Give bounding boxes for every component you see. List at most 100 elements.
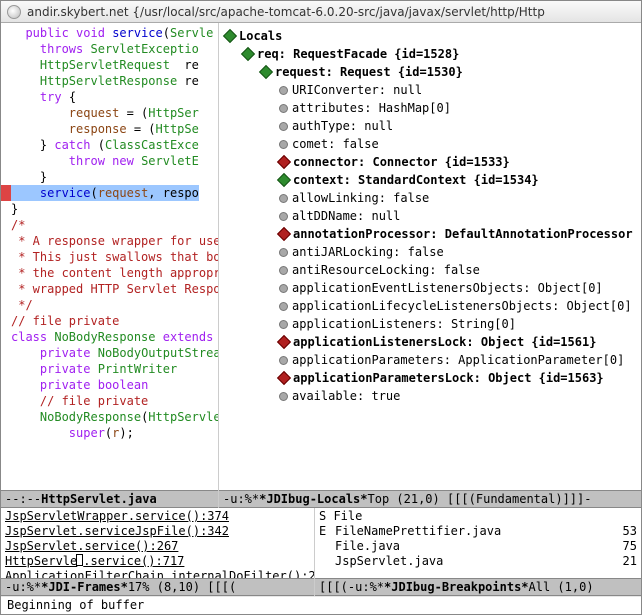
- window-system-icon: [7, 5, 21, 19]
- diamond-icon: [277, 173, 291, 187]
- circle-icon: [279, 302, 288, 311]
- tree-node-label: comet: false: [292, 135, 379, 153]
- tree-node-label: connector: Connector {id=1533}: [293, 153, 510, 171]
- code-line[interactable]: }: [11, 169, 214, 185]
- file-line-num: 53: [609, 524, 637, 539]
- source-pane[interactable]: public void service(Servle throws Servle…: [1, 23, 219, 508]
- modeline-prefix: --:--: [5, 492, 41, 506]
- code-line[interactable]: response = (HttpSe: [11, 121, 214, 137]
- tree-node[interactable]: req: RequestFacade {id=1528}: [225, 45, 635, 63]
- tree-node[interactable]: available: true: [225, 387, 635, 405]
- code-line[interactable]: request = (HttpSer: [11, 105, 214, 121]
- code-line[interactable]: HttpServletRequest re: [11, 57, 214, 73]
- circle-icon: [279, 356, 288, 365]
- tree-node[interactable]: applicationParametersLock: Object {id=15…: [225, 369, 635, 387]
- code-line[interactable]: class NoBodyResponse extends H: [11, 329, 214, 345]
- file-line-num: 75: [609, 539, 637, 554]
- tree-node[interactable]: authType: null: [225, 117, 635, 135]
- modeline-buffer-name: *JDI-Frames*: [41, 580, 128, 594]
- tree-node[interactable]: annotationProcessor: DefaultAnnotationPr…: [225, 225, 635, 243]
- files-pane[interactable]: S File EFileNamePrettifier.java53 File.j…: [315, 508, 641, 596]
- frame-row[interactable]: JspServletWrapper.service():374: [5, 509, 310, 524]
- tree-node[interactable]: applicationLifecycleListenersObjects: Ob…: [225, 297, 635, 315]
- bottom-split: JspServletWrapper.service():374JspServle…: [1, 508, 641, 596]
- diamond-icon: [223, 29, 237, 43]
- tree-node[interactable]: applicationListeners: String[0]: [225, 315, 635, 333]
- frame-row[interactable]: ApplicationFilterChain.internalDoFilter(…: [5, 569, 310, 578]
- circle-icon: [279, 86, 288, 95]
- modeline-buffer-name: *JDIbug-Breakpoints*: [384, 580, 529, 594]
- code-line[interactable]: * wrapped HTTP Servlet Respon: [11, 281, 214, 297]
- locals-tree[interactable]: Locals req: RequestFacade {id=1528}reque…: [219, 23, 641, 490]
- tree-node[interactable]: applicationListenersLock: Object {id=156…: [225, 333, 635, 351]
- code-line[interactable]: */: [11, 297, 214, 313]
- source-code-area[interactable]: public void service(Servle throws Servle…: [1, 23, 218, 490]
- modeline-tail: Top (21,0) [[[(Fundamental)]]]-: [368, 492, 592, 506]
- code-line[interactable]: * A response wrapper for use: [11, 233, 214, 249]
- code-line[interactable]: private NoBodyOutputStream: [11, 345, 214, 361]
- frames-modeline: -u:%* *JDI-Frames* 17% (8,10) [[[(: [1, 578, 314, 596]
- code-line[interactable]: }: [11, 201, 214, 217]
- file-row[interactable]: EFileNamePrettifier.java53: [319, 524, 637, 539]
- frame-row[interactable]: JspServlet.serviceJspFile():342: [5, 524, 310, 539]
- diamond-icon: [277, 227, 291, 241]
- files-header: S File: [319, 509, 637, 524]
- code-line[interactable]: /*: [11, 217, 214, 233]
- code-line[interactable]: private PrintWriter: [11, 361, 214, 377]
- tree-node-label: applicationParameters: ApplicationParame…: [292, 351, 624, 369]
- circle-icon: [279, 392, 288, 401]
- frames-list[interactable]: JspServletWrapper.service():374JspServle…: [1, 508, 314, 578]
- tree-node-label: request: Request {id=1530}: [275, 63, 463, 81]
- frame-row[interactable]: JspServlet.service():267: [5, 539, 310, 554]
- files-list[interactable]: S File EFileNamePrettifier.java53 File.j…: [315, 508, 641, 578]
- tree-node[interactable]: connector: Connector {id=1533}: [225, 153, 635, 171]
- modeline-prefix: -u:%*: [223, 492, 259, 506]
- diamond-icon: [259, 65, 273, 79]
- code-line[interactable]: // file private: [11, 393, 214, 409]
- locals-pane[interactable]: Locals req: RequestFacade {id=1528}reque…: [219, 23, 641, 508]
- modeline-tail: 17% (8,10) [[[(: [128, 580, 236, 594]
- code-line[interactable]: try {: [11, 89, 214, 105]
- tree-node[interactable]: altDDName: null: [225, 207, 635, 225]
- tree-node-label: authType: null: [292, 117, 393, 135]
- file-row[interactable]: File.java75: [319, 539, 637, 554]
- modeline-tail: All (1,0): [529, 580, 594, 594]
- modeline-buffer-name: HttpServlet.java: [41, 492, 157, 506]
- locals-header-row: Locals: [225, 27, 635, 45]
- modeline-prefix: -u:%*: [5, 580, 41, 594]
- tree-node-label: applicationParametersLock: Object {id=15…: [293, 369, 604, 387]
- code-line[interactable]: NoBodyResponse(HttpServlet: [11, 409, 214, 425]
- frames-pane[interactable]: JspServletWrapper.service():374JspServle…: [1, 508, 315, 596]
- code-line[interactable]: throw new ServletE: [11, 153, 214, 169]
- code-line[interactable]: service(request, respo: [11, 185, 214, 201]
- tree-node[interactable]: antiJARLocking: false: [225, 243, 635, 261]
- code-line[interactable]: HttpServletResponse re: [11, 73, 214, 89]
- tree-node-label: context: StandardContext {id=1534}: [293, 171, 539, 189]
- code-line[interactable]: private boolean: [11, 377, 214, 393]
- tree-node[interactable]: allowLinking: false: [225, 189, 635, 207]
- file-name: FileNamePrettifier.java: [335, 524, 609, 539]
- file-row[interactable]: JspServlet.java21: [319, 554, 637, 569]
- tree-node[interactable]: attributes: HashMap[0]: [225, 99, 635, 117]
- tree-node-label: altDDName: null: [292, 207, 400, 225]
- circle-icon: [279, 140, 288, 149]
- tree-node[interactable]: URIConverter: null: [225, 81, 635, 99]
- code-line[interactable]: * the content length appropri: [11, 265, 214, 281]
- window-titlebar[interactable]: andir.skybert.net {/usr/local/src/apache…: [1, 1, 641, 23]
- tree-node[interactable]: request: Request {id=1530}: [225, 63, 635, 81]
- code-line[interactable]: * This just swallows that bod: [11, 249, 214, 265]
- code-line[interactable]: throws ServletExceptio: [11, 41, 214, 57]
- code-line[interactable]: // file private: [11, 313, 214, 329]
- circle-icon: [279, 104, 288, 113]
- tree-node[interactable]: applicationEventListenersObjects: Object…: [225, 279, 635, 297]
- tree-node[interactable]: comet: false: [225, 135, 635, 153]
- circle-icon: [279, 284, 288, 293]
- code-line[interactable]: } catch (ClassCastExce: [11, 137, 214, 153]
- tree-node[interactable]: applicationParameters: ApplicationParame…: [225, 351, 635, 369]
- tree-node[interactable]: context: StandardContext {id=1534}: [225, 171, 635, 189]
- locals-header: Locals: [239, 27, 282, 45]
- code-line[interactable]: super(r);: [11, 425, 214, 441]
- frame-row[interactable]: HttpServle.service():717: [5, 554, 310, 569]
- code-line[interactable]: public void service(Servle: [11, 25, 214, 41]
- tree-node[interactable]: antiResourceLocking: false: [225, 261, 635, 279]
